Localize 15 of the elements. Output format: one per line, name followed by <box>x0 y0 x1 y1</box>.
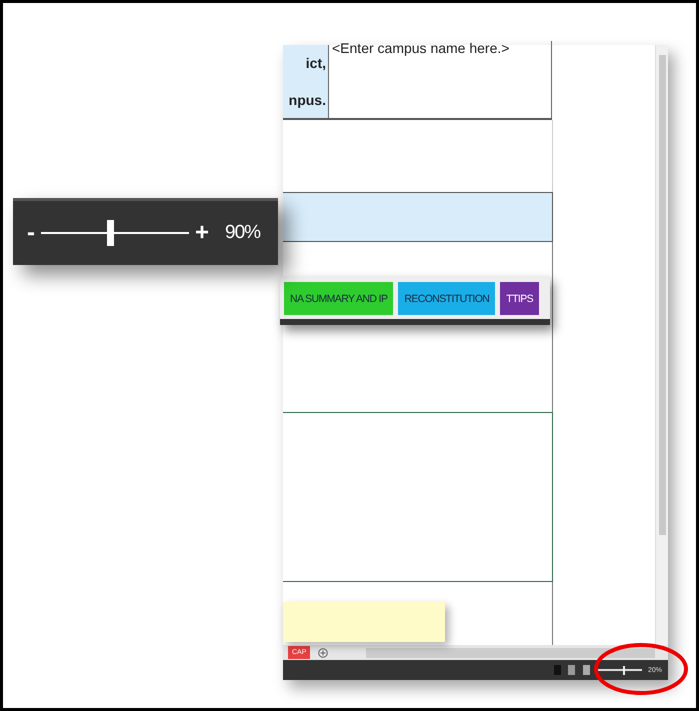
vertical-scrollbar[interactable] <box>655 45 668 645</box>
horizontal-scrollbar[interactable] <box>366 648 655 658</box>
zoom-in-button[interactable]: + <box>195 221 210 245</box>
slider-thumb[interactable] <box>623 666 626 674</box>
sheet-tab[interactable]: RECONSTITUTION <box>398 282 496 315</box>
sheet-tab[interactable]: TTIPS <box>500 282 540 315</box>
cell-text: npus. <box>288 92 326 108</box>
view-icons[interactable] <box>554 664 592 676</box>
slider-thumb[interactable] <box>107 220 114 246</box>
campus-cell: <Enter campus name here.> <box>329 41 552 118</box>
zoom-level: 90% <box>225 222 260 244</box>
sheet-tab[interactable]: NA SUMMARY AND IP <box>284 282 394 315</box>
add-sheet-icon[interactable] <box>318 648 328 658</box>
cell-text: ict, <box>306 55 326 72</box>
zoom-out-button[interactable]: - <box>27 221 35 245</box>
